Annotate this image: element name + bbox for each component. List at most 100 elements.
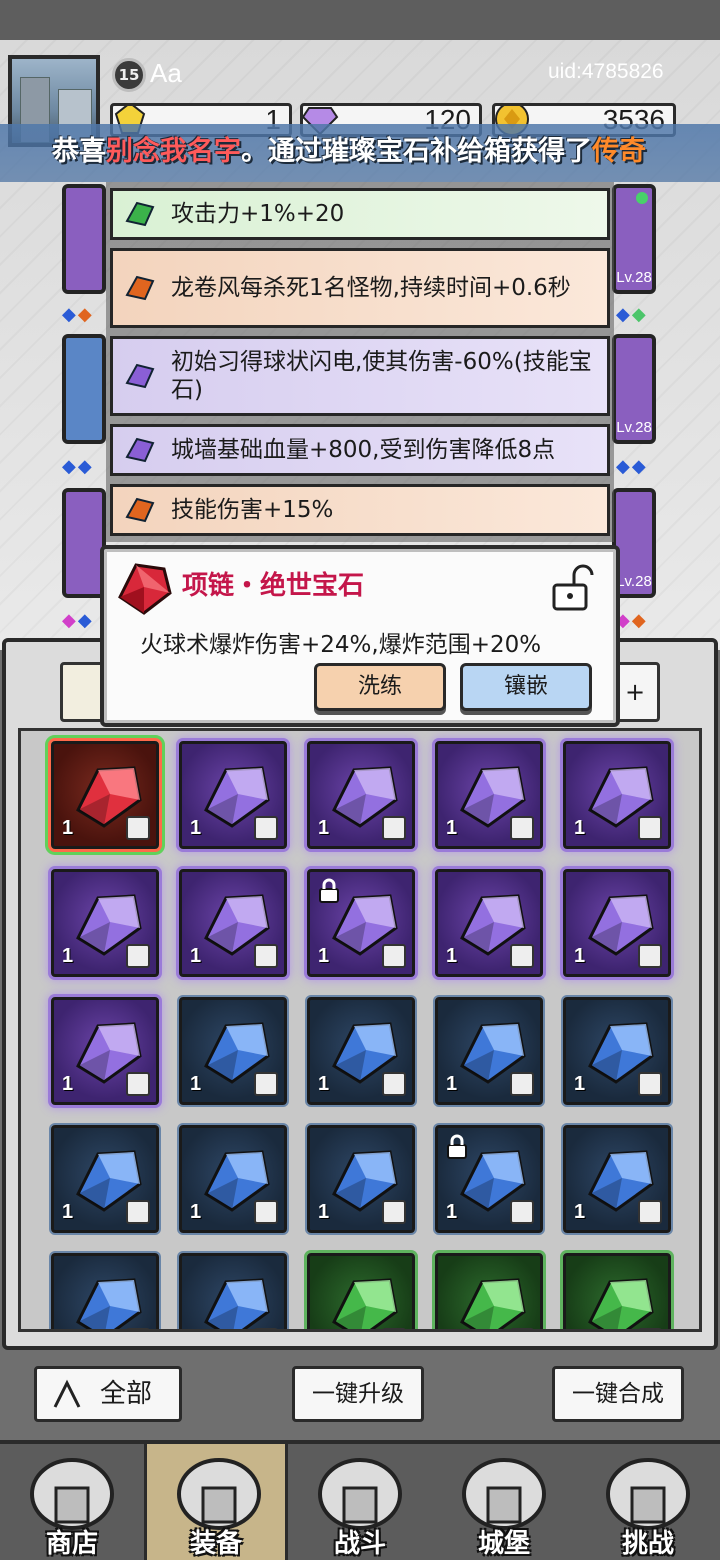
boots-slot-icon bbox=[126, 1200, 150, 1224]
gem-quantity: 1 bbox=[190, 945, 202, 967]
necklace-slot-icon bbox=[126, 816, 150, 840]
gem-quantity: 1 bbox=[574, 1201, 586, 1223]
orange-gem-icon bbox=[125, 497, 155, 523]
armor-slot-icon bbox=[638, 816, 662, 840]
boots-slot-icon bbox=[254, 944, 278, 968]
player-level-badge: 15 bbox=[112, 58, 146, 92]
affix-row: 攻击力+1%+20 bbox=[110, 188, 610, 240]
gem-inventory-cell[interactable]: 1 bbox=[563, 1253, 671, 1332]
player-name: Aa bbox=[150, 58, 182, 88]
equip-slot-left-2[interactable] bbox=[62, 334, 106, 444]
gem-inventory-cell[interactable]: 1 bbox=[51, 741, 159, 849]
shield-icon bbox=[606, 1458, 690, 1530]
merge-all-button[interactable]: 一键合成 bbox=[552, 1366, 684, 1422]
gem-inventory-cell[interactable]: 1 bbox=[435, 741, 543, 849]
gem-quantity: 1 bbox=[446, 1201, 458, 1223]
gem-inventory-cell[interactable]: 1 bbox=[307, 997, 415, 1105]
nav-item-1[interactable]: 装备 bbox=[144, 1444, 288, 1560]
gem-quantity: 1 bbox=[574, 817, 586, 839]
gem-inventory-cell[interactable]: 1 bbox=[563, 869, 671, 977]
notification-dot bbox=[636, 192, 648, 204]
weapon-slot-icon bbox=[510, 1200, 534, 1224]
gem-quantity: 1 bbox=[446, 817, 458, 839]
gem-quantity: 1 bbox=[190, 817, 202, 839]
equip-slot-right-2[interactable]: Lv.28 bbox=[612, 334, 656, 444]
gem-inventory-cell[interactable]: 1 bbox=[51, 1125, 159, 1233]
gem-inventory-cell[interactable]: 1 bbox=[179, 997, 287, 1105]
affix-row: 城墙基础血量+800,受到伤害降低8点 bbox=[110, 424, 610, 476]
purple-gem-icon bbox=[125, 363, 155, 389]
nav-item-2[interactable]: 战斗 bbox=[288, 1444, 432, 1560]
affix-row: 初始习得球状闪电,使其伤害-60%(技能宝石) bbox=[110, 336, 610, 416]
gem-quantity: 1 bbox=[574, 945, 586, 967]
announcement-banner: 恭喜别念我名字。通过璀璨宝石补给箱获得了传奇 bbox=[0, 124, 720, 182]
slot-socket-dots: ◆◆ bbox=[616, 304, 648, 325]
gem-quantity: 1 bbox=[62, 817, 74, 839]
ring-slot-icon bbox=[382, 1072, 406, 1096]
gem-grid: 1 1 1 1 1 1 1 1 1 1 1 1 1 1 1 1 1 1 1 1 1 1 1 1 1 bbox=[18, 728, 702, 1332]
gem-inventory-cell[interactable]: 1 bbox=[307, 741, 415, 849]
inlay-button[interactable]: 镶嵌 bbox=[460, 663, 592, 711]
nav-item-4[interactable]: 挑战 bbox=[576, 1444, 720, 1560]
weapon-slot-icon bbox=[638, 944, 662, 968]
gem-inventory-cell[interactable]: 1 bbox=[179, 741, 287, 849]
nav-item-3[interactable]: 城堡 bbox=[432, 1444, 576, 1560]
upgrade-all-button[interactable]: 一键升级 bbox=[292, 1366, 424, 1422]
gem-inventory-cell[interactable]: 1 bbox=[563, 997, 671, 1105]
equip-slot-right-1[interactable]: Lv.28 bbox=[612, 184, 656, 294]
green-gem-icon bbox=[125, 201, 155, 227]
gem-inventory-cell[interactable]: 1 bbox=[435, 1253, 543, 1329]
gem-inventory-cell[interactable]: 1 bbox=[51, 1253, 159, 1332]
banner-player-name: 别念我名字 bbox=[106, 136, 241, 167]
shop-icon bbox=[30, 1458, 114, 1530]
armor-slot-icon bbox=[382, 1328, 406, 1329]
weapon-slot-icon bbox=[382, 1200, 406, 1224]
armor-slot-icon bbox=[382, 816, 406, 840]
gem-quantity: 1 bbox=[446, 945, 458, 967]
filter-all-button[interactable]: 全部 bbox=[34, 1366, 182, 1422]
affix-text: 龙卷风每杀死1名怪物,持续时间+0.6秒 bbox=[171, 275, 571, 301]
gem-quantity: 1 bbox=[62, 1329, 73, 1332]
gem-quantity: 1 bbox=[318, 1329, 329, 1332]
slot-socket-dots: ◆◆ bbox=[62, 456, 94, 477]
gem-inventory-cell[interactable]: 1 bbox=[179, 869, 287, 977]
gem-inventory-cell[interactable]: 1 bbox=[435, 997, 543, 1105]
backpack-icon bbox=[177, 1458, 261, 1530]
gem-inventory-cell[interactable]: 1 bbox=[435, 869, 543, 977]
gem-inventory-cell[interactable]: 1 bbox=[307, 1253, 415, 1332]
gem-inventory-cell[interactable]: 1 bbox=[307, 1125, 415, 1233]
gem-quantity: 1 bbox=[190, 1329, 201, 1332]
slot-socket-dots: ◆◆ bbox=[62, 610, 94, 631]
gem-inventory-cell[interactable]: 1 bbox=[179, 1253, 287, 1332]
gem-quantity: 1 bbox=[446, 1073, 458, 1095]
weapon-slot-icon bbox=[254, 1200, 278, 1224]
gem-quantity: 1 bbox=[190, 1073, 202, 1095]
crossed-swords-icon bbox=[318, 1458, 402, 1530]
gem-quantity: 1 bbox=[574, 1329, 585, 1332]
nav-label: 战斗 bbox=[333, 1529, 386, 1559]
gem-inventory-cell[interactable]: 1 bbox=[51, 997, 159, 1105]
equip-slot-left-1[interactable] bbox=[62, 184, 106, 294]
gem-detail-description: 火球术爆炸伤害+24%,爆炸范围+20% bbox=[140, 632, 542, 658]
affix-row: 龙卷风每杀死1名怪物,持续时间+0.6秒 bbox=[110, 248, 610, 328]
gem-quantity: 1 bbox=[190, 1201, 202, 1223]
gem-inventory-cell[interactable]: 1 bbox=[435, 1125, 543, 1233]
nav-item-0[interactable]: 商店 bbox=[0, 1444, 144, 1560]
triangle-up-icon bbox=[53, 1379, 81, 1408]
necklace-slot-icon bbox=[638, 1200, 662, 1224]
gem-inventory-cell[interactable]: 1 bbox=[179, 1125, 287, 1233]
unlock-icon[interactable] bbox=[548, 563, 594, 613]
gem-inventory-cell[interactable]: 1 bbox=[51, 869, 159, 977]
gem-inventory-cell[interactable]: 1 bbox=[563, 1125, 671, 1233]
slot-socket-dots: ◆◆ bbox=[62, 304, 94, 325]
boots-slot-icon bbox=[126, 944, 150, 968]
gem-inventory-cell[interactable]: 1 bbox=[307, 869, 415, 977]
ring-slot-icon bbox=[254, 1072, 278, 1096]
refine-button[interactable]: 洗练 bbox=[314, 663, 446, 711]
armor-slot-icon bbox=[638, 1328, 662, 1329]
gem-inventory-cell[interactable]: 1 bbox=[563, 741, 671, 849]
gem-quantity: 1 bbox=[62, 1201, 74, 1223]
nav-label: 城堡 bbox=[477, 1529, 530, 1559]
affix-text: 技能伤害+15% bbox=[171, 497, 334, 523]
green-gem-icon bbox=[332, 1278, 398, 1329]
